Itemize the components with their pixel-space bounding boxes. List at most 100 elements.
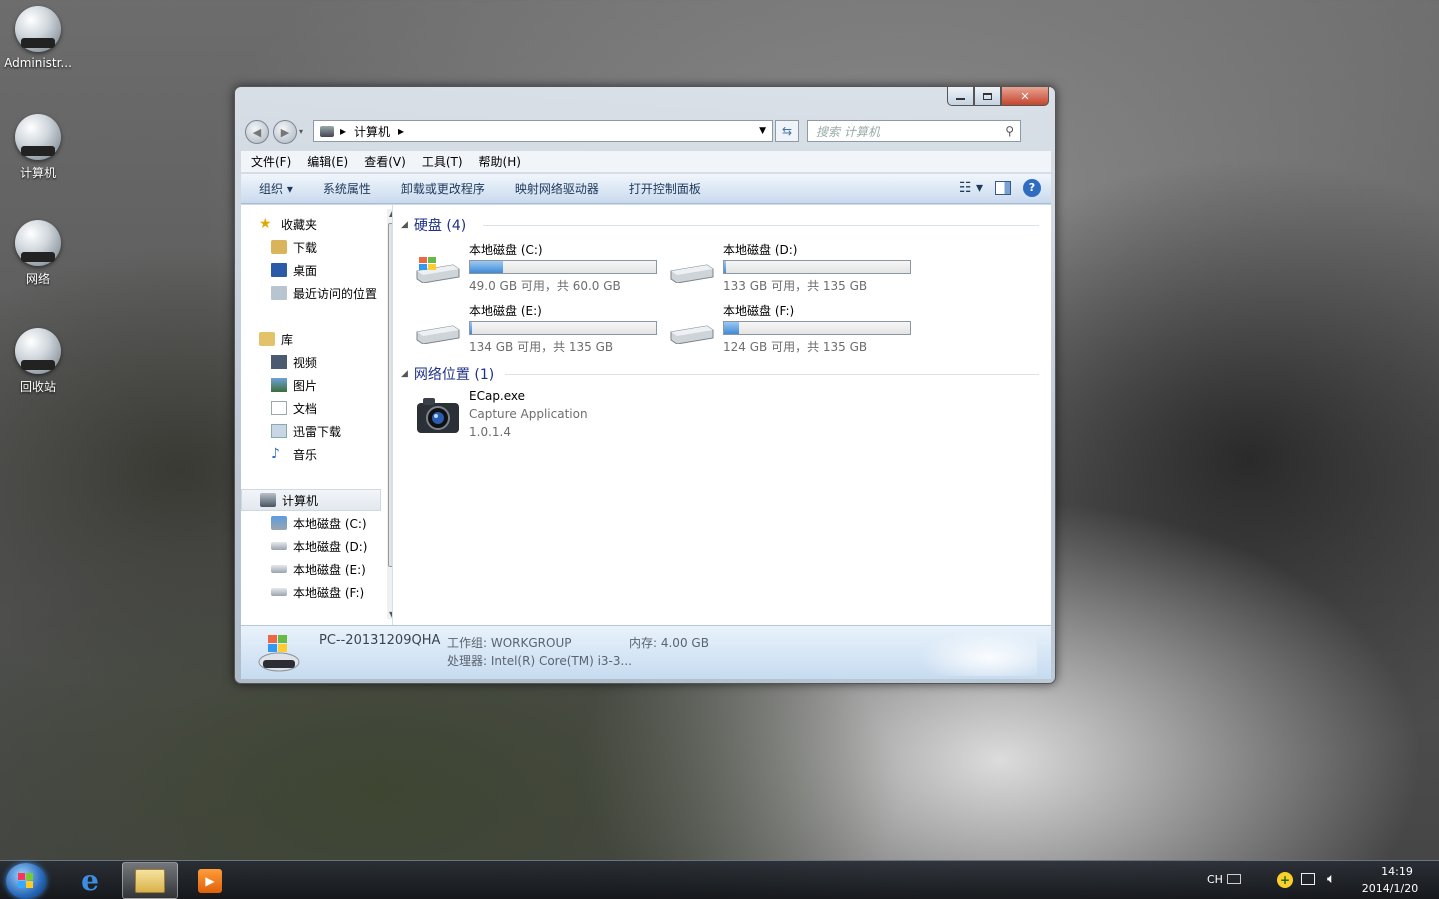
drive-c[interactable]: 本地磁盘 (C:) 49.0 GB 可用，共 60.0 GB: [415, 241, 665, 297]
volume-icon[interactable]: 🔈︎: [1327, 871, 1335, 887]
nav-documents[interactable]: 文档: [271, 397, 317, 419]
menu-edit[interactable]: 编辑(E): [307, 153, 348, 170]
menu-view[interactable]: 查看(V): [364, 153, 406, 170]
nav-desktop[interactable]: 桌面: [271, 259, 317, 281]
start-button[interactable]: [6, 863, 46, 899]
explorer-window: ✕ ◀ ▶ ▾ ▸ 计算机 ▸ ▼ ⇆ 搜索 计算机 ⚲ 文件(F) 编辑(E)…: [234, 86, 1056, 684]
desktop-icon-label: 回收站: [19, 380, 56, 394]
recent-pages-dropdown[interactable]: ▾: [299, 127, 303, 136]
drive-usage-bar: [469, 321, 657, 335]
refresh-button[interactable]: ⇆: [775, 120, 799, 142]
nav-thunder-downloads[interactable]: 迅雷下载: [271, 420, 341, 442]
group-header-hard-disks[interactable]: ◢ 硬盘 (4): [401, 215, 466, 235]
drive-f[interactable]: 本地磁盘 (F:) 124 GB 可用，共 135 GB: [669, 302, 919, 358]
search-icon[interactable]: ⚲: [1005, 124, 1014, 138]
group-title: 硬盘 (4): [413, 218, 467, 234]
taskbar-windows-explorer[interactable]: [122, 862, 178, 899]
processor-info: 处理器: Intel(R) Core(TM) i3-3...: [447, 654, 632, 668]
breadcrumb-computer[interactable]: 计算机: [354, 123, 390, 140]
help-icon[interactable]: ?: [1023, 179, 1041, 197]
drive-icon: [669, 316, 715, 345]
network-item-ecap[interactable]: ECap.exe Capture Application 1.0.1.4: [415, 389, 655, 445]
drive-icon: [271, 542, 287, 550]
forward-button[interactable]: ▶: [273, 120, 297, 144]
view-options-icon[interactable]: ☷ ▾: [959, 180, 983, 196]
drive-usage-bar: [723, 260, 911, 274]
breadcrumb-separator[interactable]: ▸: [340, 124, 346, 138]
desktop-icon-recycle-bin[interactable]: 回收站: [0, 328, 76, 395]
nav-videos[interactable]: 视频: [271, 351, 317, 373]
taskbar-internet-explorer[interactable]: e: [62, 862, 118, 899]
drive-usage-fill: [470, 322, 472, 334]
user-folder-icon: [15, 6, 61, 52]
group-divider: [505, 374, 1039, 375]
close-button[interactable]: ✕: [1001, 87, 1049, 106]
refresh-icon: ⇆: [781, 124, 793, 138]
nav-label: 收藏夹: [281, 217, 318, 232]
drive-e[interactable]: 本地磁盘 (E:) 134 GB 可用，共 135 GB: [415, 302, 665, 358]
desktop-icon-label: 网络: [25, 272, 50, 286]
system-drive-icon: [271, 516, 287, 530]
minimize-button[interactable]: [947, 87, 974, 106]
navigation-pane: ★ 收藏夹 下载 桌面 最近访问的位置 库 视频 图片 文档 迅雷下载 ♪ 音乐…: [241, 205, 393, 625]
recent-places-icon: [271, 286, 287, 300]
nav-drive-d[interactable]: 本地磁盘 (D:): [271, 535, 367, 557]
drive-name: 本地磁盘 (E:): [469, 304, 542, 318]
nav-libraries[interactable]: 库: [259, 328, 293, 350]
drive-name: 本地磁盘 (C:): [469, 243, 543, 257]
uninstall-program-button[interactable]: 卸载或更改程序: [401, 180, 485, 197]
nav-favorites[interactable]: ★ 收藏夹: [259, 213, 317, 235]
search-placeholder: 搜索 计算机: [816, 124, 880, 139]
keyboard-icon[interactable]: [1227, 874, 1241, 884]
menu-file[interactable]: 文件(F): [251, 153, 291, 170]
system-properties-button[interactable]: 系统属性: [323, 180, 371, 197]
nav-downloads[interactable]: 下载: [271, 236, 317, 258]
nav-music[interactable]: ♪ 音乐: [271, 443, 317, 465]
organize-button[interactable]: 组织 ▾: [259, 180, 293, 197]
menu-bar: 文件(F) 编辑(E) 查看(V) 工具(T) 帮助(H): [241, 151, 1051, 173]
back-button[interactable]: ◀: [245, 120, 269, 144]
security-shield-icon[interactable]: +: [1277, 872, 1293, 888]
clock-time[interactable]: 14:19: [1369, 865, 1425, 878]
breadcrumb-separator[interactable]: ▸: [398, 124, 404, 138]
windows-logo-icon: [18, 873, 33, 888]
menu-tools[interactable]: 工具(T): [422, 153, 463, 170]
media-player-icon: ▶: [198, 868, 222, 893]
nav-computer[interactable]: 计算机: [241, 489, 381, 511]
nav-drive-f[interactable]: 本地磁盘 (F:): [271, 581, 364, 603]
drive-icon: [271, 588, 287, 596]
address-dropdown-icon[interactable]: ▼: [759, 126, 766, 136]
desktop-icon: [271, 263, 287, 277]
document-library-icon: [271, 401, 287, 415]
network-status-icon[interactable]: [1301, 873, 1315, 885]
computer-small-icon: [320, 125, 334, 137]
nav-label: 视频: [293, 355, 318, 370]
nav-recent-places[interactable]: 最近访问的位置: [271, 282, 377, 304]
taskbar-media-player[interactable]: ▶: [182, 862, 238, 899]
address-bar[interactable]: ▸ 计算机 ▸ ▼: [313, 120, 773, 142]
language-indicator[interactable]: CH: [1207, 873, 1223, 886]
desktop-icon-network[interactable]: 网络: [0, 220, 76, 287]
map-network-drive-button[interactable]: 映射网络驱动器: [515, 180, 599, 197]
nav-pictures[interactable]: 图片: [271, 374, 317, 396]
desktop-icon-administrator[interactable]: Administr...: [0, 6, 76, 70]
music-note-icon: ♪: [271, 446, 280, 462]
preview-pane-icon[interactable]: [995, 181, 1011, 195]
desktop-icon-label: 计算机: [19, 166, 56, 180]
command-bar: 组织 ▾ 系统属性 卸载或更改程序 映射网络驱动器 打开控制面板 ☷ ▾ ?: [241, 174, 1051, 204]
clock-date[interactable]: 2014/1/20: [1355, 882, 1425, 895]
search-input[interactable]: 搜索 计算机 ⚲: [807, 120, 1021, 142]
nav-label: 本地磁盘 (D:): [293, 539, 368, 554]
open-control-panel-button[interactable]: 打开控制面板: [629, 180, 701, 197]
menu-help[interactable]: 帮助(H): [479, 153, 521, 170]
group-header-network-locations[interactable]: ◢ 网络位置 (1): [401, 364, 494, 384]
download-folder-icon: [271, 240, 287, 254]
drive-usage-fill: [724, 322, 739, 334]
folder-icon: [135, 868, 165, 893]
collapse-arrow-icon: ◢: [401, 369, 408, 379]
desktop-icon-computer[interactable]: 计算机: [0, 114, 76, 181]
drive-d[interactable]: 本地磁盘 (D:) 133 GB 可用，共 135 GB: [669, 241, 919, 297]
nav-drive-c[interactable]: 本地磁盘 (C:): [271, 512, 367, 534]
nav-drive-e[interactable]: 本地磁盘 (E:): [271, 558, 366, 580]
maximize-button[interactable]: [974, 87, 1001, 106]
